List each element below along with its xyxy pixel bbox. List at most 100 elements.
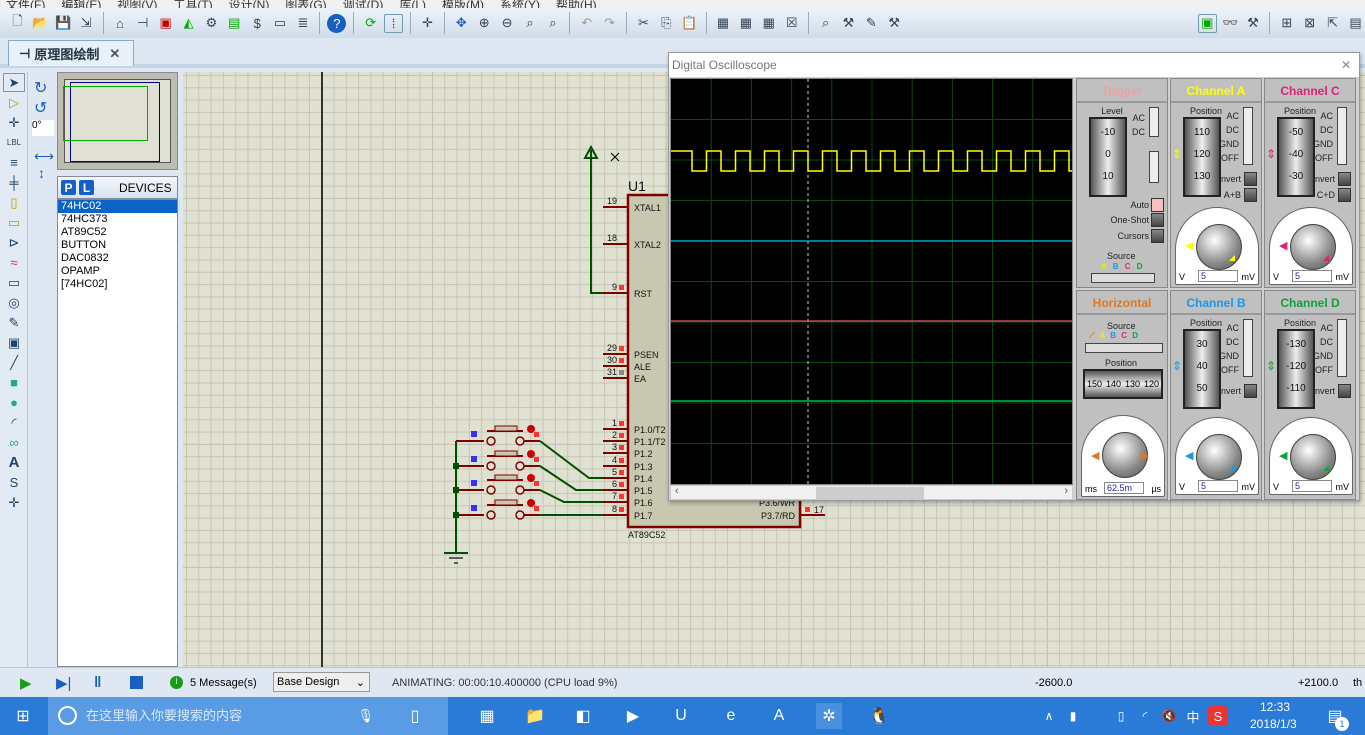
zoom-all-icon[interactable]: ⌕ [521, 14, 540, 33]
text-icon[interactable]: A [3, 453, 25, 472]
close-icon[interactable]: ✕ [109, 46, 120, 62]
close-button[interactable]: ✕ [1337, 56, 1355, 74]
remove-sheet-icon[interactable]: ⊠ [1300, 14, 1319, 33]
pin-icon[interactable]: ⊳ [3, 233, 25, 252]
source-slider[interactable] [1091, 273, 1155, 283]
menu-debug[interactable]: 调试(D) [343, 0, 384, 8]
stop-icon[interactable] [130, 676, 143, 689]
paste-icon[interactable]: 📋 [680, 14, 699, 33]
tray-expand-icon[interactable]: ∧ [1036, 703, 1062, 729]
volts-div-dial[interactable]: ◀ ◢ 5 V mV [1269, 417, 1353, 495]
pan-icon[interactable]: ✥ [452, 14, 471, 33]
proteus-icon[interactable]: ✲ [816, 703, 842, 729]
search-box[interactable]: 在这里输入你要搜索的内容 🎙 [48, 697, 448, 735]
volts-value[interactable]: 5 [1292, 480, 1332, 492]
app-icon[interactable]: ◧ [570, 703, 596, 729]
app-a-icon[interactable]: A [766, 703, 792, 729]
open-folder-icon[interactable]: 📂 [31, 14, 50, 33]
menu-system[interactable]: 系统(Y) [500, 0, 540, 8]
new-sheet-icon[interactable]: ⊞ [1277, 14, 1296, 33]
redo-icon[interactable]: ↷ [600, 14, 619, 33]
copy-icon[interactable]: ⎘ [657, 14, 676, 33]
pcb-icon[interactable]: ▣ [156, 14, 175, 33]
overview-window[interactable] [57, 72, 178, 170]
make-device-icon[interactable]: ⚒ [839, 14, 858, 33]
volts-value[interactable]: 5 [1292, 270, 1332, 282]
decompose-icon[interactable]: ⚒ [885, 14, 904, 33]
block-rotate-icon[interactable]: ▦ [759, 14, 778, 33]
rotate-ccw-icon[interactable]: ↺ [34, 98, 56, 118]
graph-icon[interactable]: ≈ [3, 253, 25, 272]
coupling-switch[interactable] [1149, 107, 1159, 137]
calculator-icon[interactable]: ▦ [474, 703, 500, 729]
schematic-icon[interactable]: ⊣ [133, 14, 152, 33]
messages-count[interactable]: 5 Message(s) [190, 677, 257, 689]
design-explorer-icon[interactable]: ▭ [271, 14, 290, 33]
usb-icon[interactable]: ▮ [1060, 703, 1086, 729]
coupling-slider[interactable] [1243, 319, 1253, 377]
menu-graph[interactable]: 图表(G) [285, 0, 326, 8]
instrument-icon[interactable]: ▣ [3, 333, 25, 352]
exit-sheet-icon[interactable]: ⇱ [1323, 14, 1342, 33]
scroll-right-icon[interactable]: › [1064, 485, 1068, 497]
qq-icon[interactable]: 🐧 [866, 703, 892, 729]
device-item[interactable]: OPAMP [58, 265, 177, 278]
refresh-icon[interactable]: ⟳ [361, 14, 380, 33]
oscilloscope-window[interactable]: Digital Oscilloscope ✕ ‹ › Trigger Level… [668, 52, 1360, 501]
position-drum[interactable]: 110 120 130 [1183, 117, 1221, 197]
position-drum[interactable]: 30 40 50 [1183, 329, 1221, 409]
device-item[interactable]: [74HC02] [58, 278, 177, 291]
block-copy-icon[interactable]: ▦ [714, 14, 733, 33]
video-player-icon[interactable]: ▶ [620, 703, 646, 729]
mirror-x-icon[interactable]: ⟷ [34, 148, 56, 165]
path-icon[interactable]: ∞ [3, 433, 25, 452]
level-drum[interactable]: -10 0 10 [1089, 117, 1127, 197]
pause-icon[interactable]: ‖ [94, 674, 101, 691]
new-file-icon[interactable]: 🗋 [8, 13, 27, 33]
source-code-icon[interactable]: ▤ [225, 14, 244, 33]
coupling-slider[interactable] [1337, 319, 1347, 377]
circle-icon[interactable]: ● [3, 393, 25, 412]
origin-icon[interactable]: ✛ [418, 14, 437, 33]
block-delete-icon[interactable]: ☒ [782, 14, 801, 33]
device-item[interactable]: 74HC373 [58, 213, 177, 226]
volume-muted-icon[interactable]: 🔇 [1156, 703, 1182, 729]
import-icon[interactable]: ⇲ [77, 14, 96, 33]
clock-date[interactable]: 2018/1/3 [1250, 717, 1297, 731]
block-move-icon[interactable]: ▦ [737, 14, 756, 33]
menu-edit[interactable]: 编辑(E) [61, 0, 101, 8]
menu-tools[interactable]: 工具(T) [173, 0, 212, 8]
tape-icon[interactable]: ▭ [3, 273, 25, 292]
rotation-angle-input[interactable]: 0° [32, 120, 54, 136]
coupling-slider[interactable] [1243, 107, 1253, 165]
junction-icon[interactable]: ✛ [3, 113, 25, 132]
invert-button[interactable] [1338, 384, 1351, 398]
horizontal-scrollbar[interactable]: ‹ › [670, 485, 1073, 500]
volts-value[interactable]: 5 [1198, 480, 1238, 492]
device-item[interactable]: 74HC02 [58, 200, 177, 213]
browser-icon[interactable]: e [718, 703, 744, 729]
combine-button[interactable] [1338, 188, 1351, 202]
volts-knob[interactable]: ◀ ◢ [1185, 224, 1242, 270]
bill-icon[interactable]: $ [248, 14, 267, 33]
timebase-dial[interactable]: ◀ ▶ 62.5m ms µs [1081, 415, 1165, 497]
device-item[interactable]: BUTTON [58, 239, 177, 252]
library-button[interactable]: L [79, 180, 94, 195]
line-icon[interactable]: ╱ [3, 353, 25, 372]
menu-view[interactable]: 视图(V) [117, 0, 157, 8]
subcircuit-icon[interactable]: ▯ [3, 193, 25, 212]
timebase-knob[interactable]: ◀ ▶ [1091, 432, 1149, 478]
menu-help[interactable]: 帮助(H) [556, 0, 597, 8]
label-icon[interactable]: LBL [3, 133, 25, 152]
volts-knob[interactable]: ◀ ◢ [1279, 434, 1336, 480]
play-icon[interactable]: ▶ [20, 674, 32, 692]
component-icon[interactable]: ▷ [3, 93, 25, 112]
packaging-icon[interactable]: ✎ [862, 14, 881, 33]
3d-icon[interactable]: ◭ [179, 14, 198, 33]
volts-div-dial[interactable]: ◀ ◢ 5 V mV [1269, 207, 1353, 285]
gerber-icon[interactable]: ⚙ [202, 14, 221, 33]
microphone-icon[interactable]: 🎙 [357, 697, 374, 735]
home-icon[interactable]: ⌂ [111, 14, 130, 33]
file-explorer-icon[interactable]: 📁 [522, 703, 548, 729]
select-icon[interactable]: ➤ [3, 73, 25, 92]
